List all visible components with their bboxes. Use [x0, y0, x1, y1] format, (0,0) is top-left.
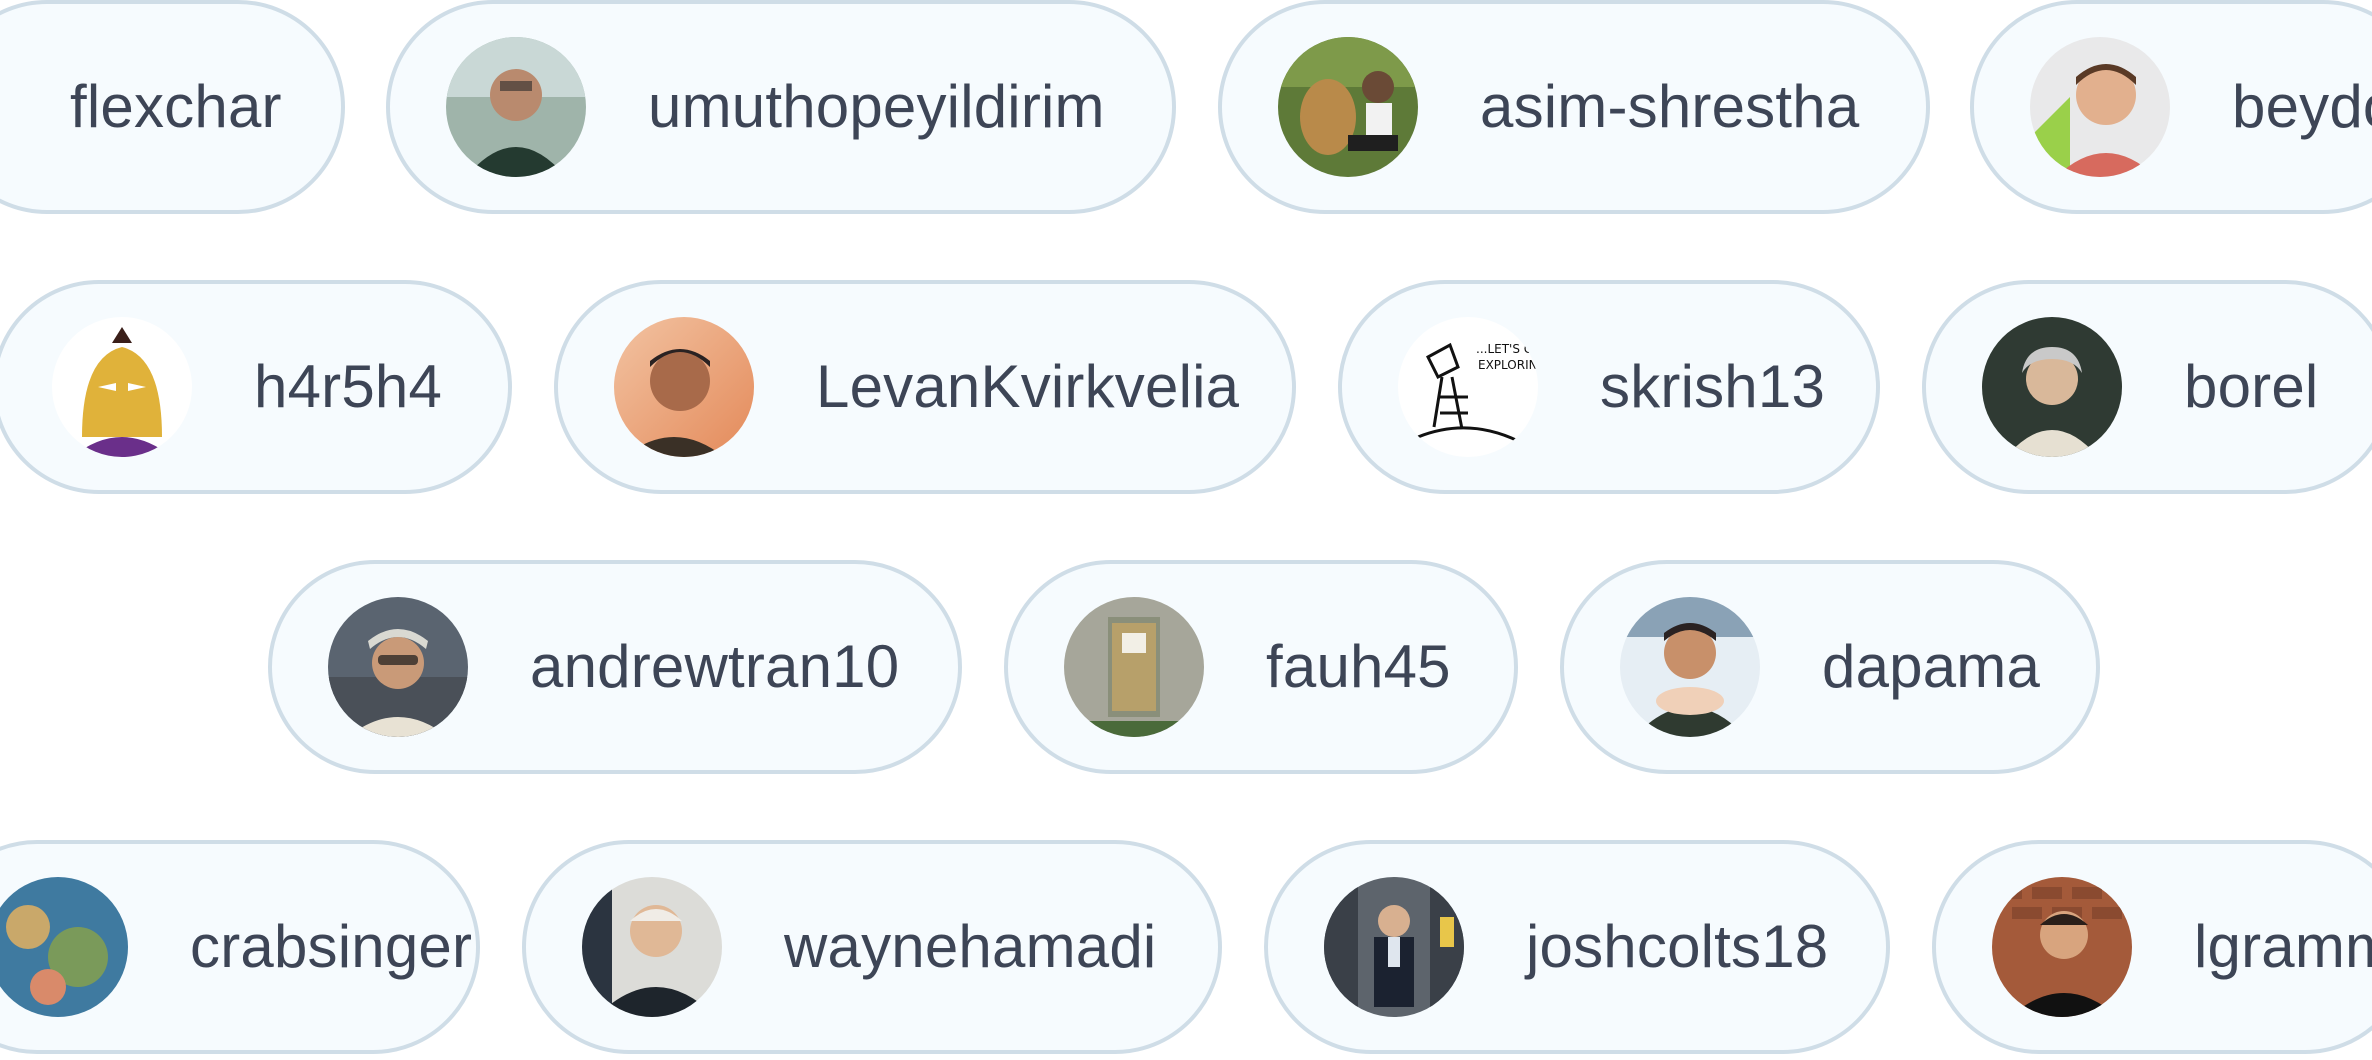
contributor-pill[interactable]: asim-shrestha: [1218, 0, 1930, 214]
avatar: [2030, 37, 2170, 177]
contributor-username: fauh45: [1266, 633, 1451, 700]
contributor-pill[interactable]: dapama: [1560, 560, 2100, 774]
contributor-pill[interactable]: andrewtran10: [268, 560, 962, 774]
avatar: ...LET'S GO EXPLORING!: [1398, 317, 1538, 457]
avatar: [1278, 37, 1418, 177]
contributor-row: flexchar umuthopeyildirim asim-shrestha …: [0, 0, 2372, 214]
contributor-username: andrewtran10: [530, 633, 900, 700]
avatar: [52, 317, 192, 457]
avatar: [614, 317, 754, 457]
contributor-pill[interactable]: lgramm: [1932, 840, 2372, 1054]
contributor-username: joshcolts18: [1526, 913, 1829, 980]
contributor-username: borel: [2184, 353, 2319, 420]
contributor-username: lgramm: [2194, 913, 2372, 980]
contributor-username: dapama: [1822, 633, 2041, 700]
contributor-pill[interactable]: LevanKvirkvelia: [554, 280, 1296, 494]
contributor-username: asim-shrestha: [1480, 73, 1860, 140]
contributor-row: h4r5h4 LevanKvirkvelia ...LET'S GO EXPLOR…: [0, 280, 2372, 494]
contributor-pill[interactable]: crabsinger: [0, 840, 480, 1054]
contributor-pill[interactable]: beydo: [1970, 0, 2372, 214]
contributor-row: andrewtran10 fauh45 dapama: [0, 560, 2372, 774]
contributor-username: skrish13: [1600, 353, 1826, 420]
contributor-pill[interactable]: h4r5h4: [0, 280, 512, 494]
avatar: [1982, 317, 2122, 457]
contributor-pill[interactable]: fauh45: [1004, 560, 1518, 774]
contributor-username: beydo: [2232, 73, 2372, 140]
contributor-pill[interactable]: umuthopeyildirim: [386, 0, 1176, 214]
svg-text:...LET'S GO: ...LET'S GO: [1476, 342, 1538, 356]
contributor-pill[interactable]: joshcolts18: [1264, 840, 1890, 1054]
avatar: [1992, 877, 2132, 1017]
contributor-pill[interactable]: flexchar: [0, 0, 345, 214]
contributor-pill[interactable]: waynehamadi: [522, 840, 1222, 1054]
contributor-username: h4r5h4: [254, 353, 443, 420]
contributor-pill[interactable]: borel: [1922, 280, 2372, 494]
contributor-username: waynehamadi: [784, 913, 1157, 980]
contributor-username: LevanKvirkvelia: [816, 353, 1240, 420]
avatar: [1064, 597, 1204, 737]
avatar: [0, 877, 128, 1017]
avatar: [1324, 877, 1464, 1017]
svg-text:EXPLORING!: EXPLORING!: [1478, 358, 1538, 372]
avatar: [1620, 597, 1760, 737]
avatar: [446, 37, 586, 177]
contributor-username: crabsinger: [190, 913, 473, 980]
contributors-marquee: flexchar umuthopeyildirim asim-shrestha …: [0, 0, 2372, 1060]
contributor-username: umuthopeyildirim: [648, 73, 1105, 140]
avatar: [328, 597, 468, 737]
contributor-pill[interactable]: ...LET'S GO EXPLORING! skrish13: [1338, 280, 1880, 494]
contributor-row: crabsinger waynehamadi joshcolts18 lgram…: [0, 840, 2372, 1054]
contributor-username: flexchar: [70, 73, 282, 140]
avatar: [582, 877, 722, 1017]
